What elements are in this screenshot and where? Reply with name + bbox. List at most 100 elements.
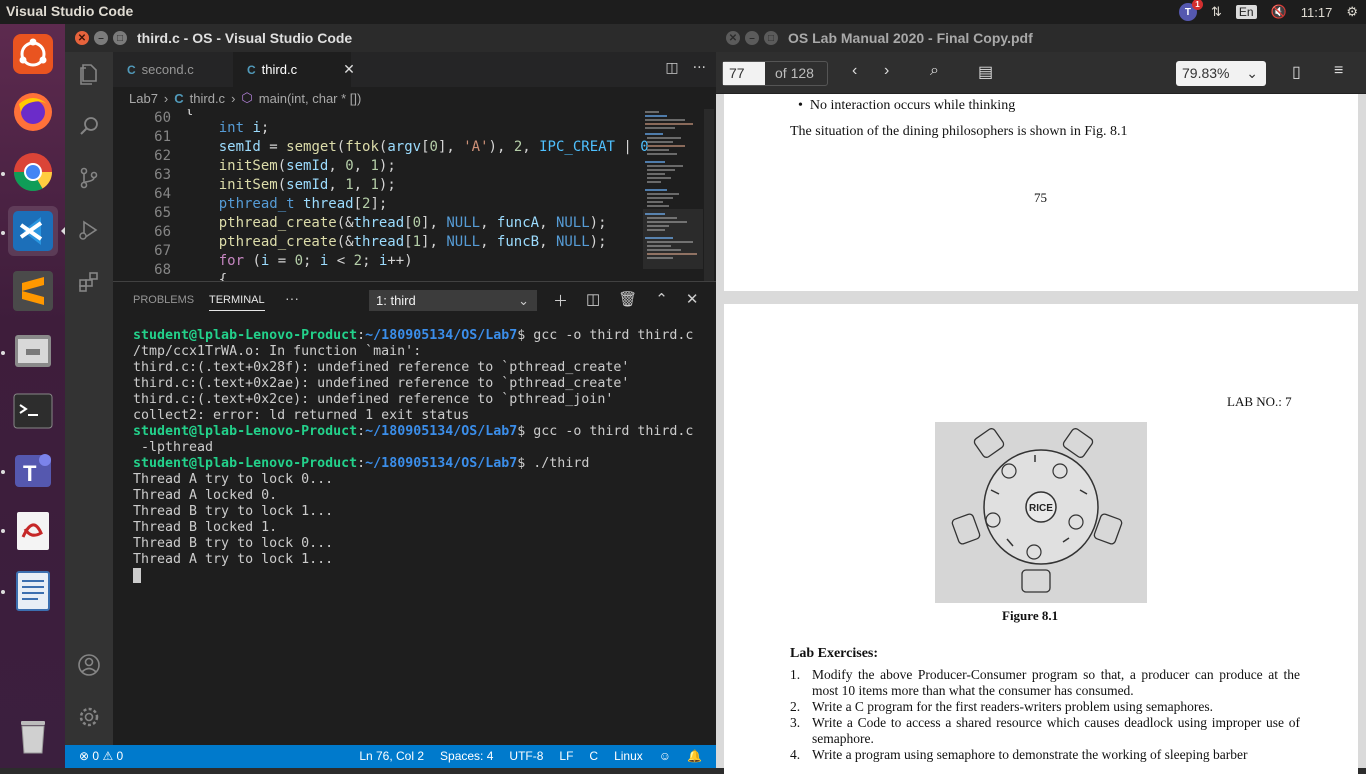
volume-muted-icon[interactable]: 🔇 xyxy=(1271,4,1287,20)
c-file-icon: C xyxy=(247,62,256,77)
breadcrumb: Lab7 › C third.c › ⬡ main(int, char * []… xyxy=(113,87,716,109)
feedback-icon[interactable]: ☺ xyxy=(659,749,671,763)
vscode-launcher-icon[interactable] xyxy=(8,206,58,256)
terminal-line: student@lplab-Lenovo-Product:~/180905134… xyxy=(133,424,694,439)
terminal-line: Thread A try to lock 1... xyxy=(133,552,334,567)
terminal-icon[interactable] xyxy=(8,386,58,436)
end-of-line[interactable]: LF xyxy=(559,749,573,763)
document-properties-icon[interactable]: ▯ xyxy=(1292,62,1301,82)
clock[interactable]: 11:17 xyxy=(1301,5,1333,20)
next-page-icon[interactable]: › xyxy=(884,62,889,80)
split-terminal-icon[interactable]: ◫ xyxy=(586,290,600,311)
code-line: initSem(semId, 0, 1); xyxy=(218,158,396,174)
svg-text:T: T xyxy=(23,461,37,486)
minimap[interactable] xyxy=(643,109,703,281)
new-terminal-icon[interactable]: ＋ xyxy=(553,290,568,311)
breadcrumb-symbol[interactable]: main(int, char * []) xyxy=(259,91,362,106)
line-number: 62 xyxy=(154,148,171,164)
close-panel-icon[interactable]: ✕ xyxy=(686,290,699,311)
encoding[interactable]: UTF-8 xyxy=(509,749,543,763)
close-window-button[interactable]: ✕ xyxy=(726,31,740,45)
active-app-name: Visual Studio Code xyxy=(6,3,134,19)
terminal-select[interactable]: 1: third ⌄ xyxy=(369,290,537,311)
code-line: pthread_create(&thread[1], NULL, funcB, … xyxy=(218,234,607,250)
code-editor[interactable]: 60 61 62 63 64 65 66 67 68 { int i; semI… xyxy=(113,109,716,281)
exercise-list: 1. Modify the above Producer-Consumer pro… xyxy=(790,667,1300,763)
close-tab-icon[interactable]: ✕ xyxy=(343,61,355,78)
search-icon[interactable] xyxy=(77,114,101,138)
teams-tray-letter: T xyxy=(1184,6,1192,18)
indentation[interactable]: Spaces: 4 xyxy=(440,749,493,763)
pdf-viewer-window: ✕ – □ OS Lab Manual 2020 - Final Copy.pd… xyxy=(716,24,1366,774)
keyboard-language-indicator[interactable]: En xyxy=(1235,5,1257,19)
extensions-icon[interactable] xyxy=(77,270,101,294)
search-icon[interactable]: ⌕ xyxy=(930,62,939,80)
line-number: 66 xyxy=(154,224,171,240)
code-line: initSem(semId, 1, 1); xyxy=(218,177,396,193)
breadcrumb-file[interactable]: third.c xyxy=(190,91,225,106)
more-actions-icon[interactable]: ··· xyxy=(693,60,706,76)
sublime-text-icon[interactable] xyxy=(8,266,58,316)
item-number: 2. xyxy=(790,699,801,714)
terminal-line: collect2: error: ld returned 1 exit stat… xyxy=(133,408,470,423)
panel-more-icon[interactable]: ··· xyxy=(285,290,299,306)
network-icon[interactable]: ⇅ xyxy=(1211,4,1222,20)
terminal-line: Thread B locked 1. xyxy=(133,520,278,535)
error-count: 0 xyxy=(92,749,100,763)
maximize-window-button[interactable]: □ xyxy=(764,31,778,45)
source-control-icon[interactable] xyxy=(77,166,101,190)
editor-scrollbar[interactable] xyxy=(704,109,714,281)
tab-problems[interactable]: PROBLEMS xyxy=(133,294,194,306)
power-settings-icon[interactable]: ⚙ xyxy=(1346,4,1358,20)
terminal-output[interactable]: student@lplab-Lenovo-Product:~/180905134… xyxy=(133,328,693,584)
method-cube-icon: ⬡ xyxy=(241,90,253,105)
files-icon[interactable] xyxy=(8,326,58,376)
kill-terminal-trash-icon[interactable]: 🗑 xyxy=(618,290,637,311)
chrome-icon[interactable] xyxy=(8,147,58,197)
run-debug-icon[interactable] xyxy=(77,218,101,242)
page-number-input[interactable]: 77 xyxy=(723,62,765,85)
teams-launcher-icon[interactable]: T xyxy=(8,446,58,496)
code-line: { xyxy=(185,109,194,117)
firefox-icon[interactable] xyxy=(8,87,58,137)
pdf-toolbar: 77 of 128 ‹ › ⌕ ▤ 79.83% ⌄ ▯ ≡ xyxy=(716,52,1366,94)
breadcrumb-folder[interactable]: Lab7 xyxy=(129,91,158,106)
tab-terminal[interactable]: TERMINAL xyxy=(209,294,265,311)
ubuntu-software-icon[interactable] xyxy=(8,29,58,79)
hamburger-menu-icon[interactable]: ≡ xyxy=(1334,62,1343,80)
close-window-button[interactable]: ✕ xyxy=(75,31,89,45)
text-editor-icon[interactable] xyxy=(8,566,58,616)
maximize-window-button[interactable]: □ xyxy=(113,31,127,45)
previous-page-icon[interactable]: ‹ xyxy=(852,62,857,80)
status-bar: ⊗ 0 ⚠ 0 Ln 76, Col 2 Spaces: 4 UTF-8 LF … xyxy=(65,745,716,768)
bullet-item: • No interaction occurs while thinking xyxy=(798,98,1016,113)
document-viewer-icon[interactable] xyxy=(8,506,58,556)
teams-tray-icon[interactable]: T1 xyxy=(1178,0,1203,21)
chevron-down-icon: ⌄ xyxy=(518,293,529,308)
trash-icon[interactable] xyxy=(8,710,58,760)
tab-second-c[interactable]: C second.c xyxy=(113,52,231,87)
system-top-bar: Visual Studio Code T1 ⇅ En 🔇 11:17 ⚙ xyxy=(0,0,1366,24)
manage-gear-icon[interactable] xyxy=(77,705,101,729)
problems-indicator[interactable]: ⊗ 0 ⚠ 0 xyxy=(79,749,123,763)
platform[interactable]: Linux xyxy=(614,749,643,763)
notifications-bell-icon[interactable]: 🔔 xyxy=(687,749,702,763)
language-mode[interactable]: C xyxy=(589,749,598,763)
accounts-icon[interactable] xyxy=(77,653,101,677)
chevron-right-icon: › xyxy=(163,90,169,106)
maximize-panel-icon[interactable]: ⌃ xyxy=(655,290,668,311)
split-editor-icon[interactable]: ◫ xyxy=(665,60,678,76)
terminal-line: Thread B try to lock 0... xyxy=(133,536,334,551)
list-item: 4. Write a program using semaphore to dem… xyxy=(790,747,1300,763)
minimize-window-button[interactable]: – xyxy=(94,31,108,45)
exercises-heading: Lab Exercises: xyxy=(790,646,879,661)
zoom-select[interactable]: 79.83% ⌄ xyxy=(1176,61,1266,86)
zoom-value: 79.83% xyxy=(1182,65,1230,81)
line-number: 68 xyxy=(154,262,171,278)
cursor-position[interactable]: Ln 76, Col 2 xyxy=(359,749,424,763)
pdf-page: LAB NO.: 7 RICE Figure 8.1 Lab Exercises… xyxy=(724,304,1358,774)
minimize-window-button[interactable]: – xyxy=(745,31,759,45)
annotations-icon[interactable]: ▤ xyxy=(978,62,993,82)
explorer-icon[interactable] xyxy=(77,62,101,86)
tab-third-c[interactable]: C third.c ✕ xyxy=(233,52,355,87)
